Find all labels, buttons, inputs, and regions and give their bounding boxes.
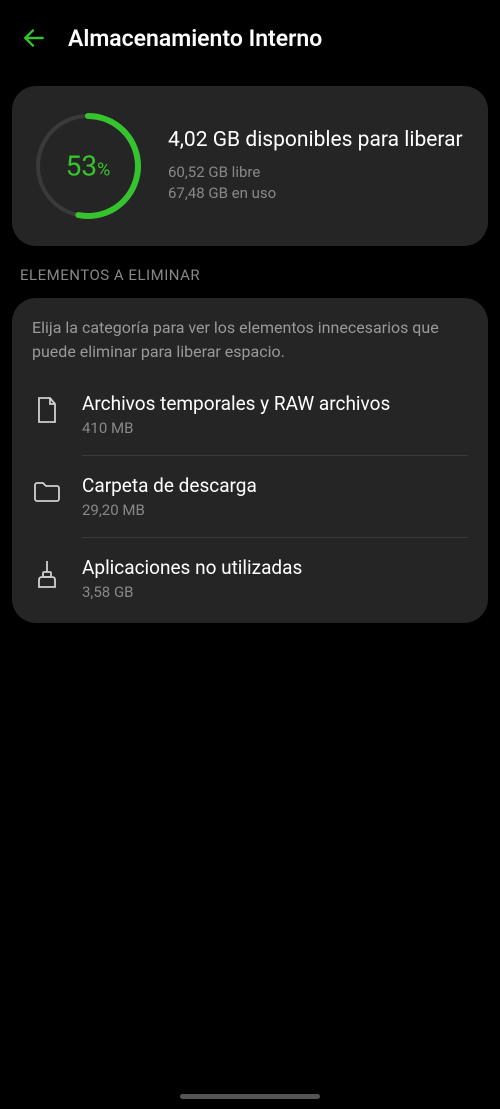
list-item-unused-apps[interactable]: Aplicaciones no utilizadas 3,58 GB bbox=[32, 538, 468, 619]
page-title: Almacenamiento Interno bbox=[68, 25, 322, 52]
cleanup-list-card: Elija la categoría para ver los elemento… bbox=[12, 298, 488, 623]
storage-headline: 4,02 GB disponibles para liberar bbox=[168, 128, 468, 152]
home-indicator[interactable] bbox=[180, 1094, 320, 1099]
item-size: 410 MB bbox=[82, 419, 468, 437]
item-title: Archivos temporales y RAW archivos bbox=[82, 392, 468, 415]
header: Almacenamiento Interno bbox=[0, 0, 500, 76]
folder-icon bbox=[32, 477, 62, 507]
item-title: Carpeta de descarga bbox=[82, 474, 468, 497]
item-size: 3,58 GB bbox=[82, 583, 468, 601]
storage-free: 60,52 GB libre bbox=[168, 162, 468, 183]
broom-icon bbox=[32, 559, 62, 589]
list-item-temp-files[interactable]: Archivos temporales y RAW archivos 410 M… bbox=[32, 374, 468, 456]
storage-used: 67,48 GB en uso bbox=[168, 183, 468, 204]
item-size: 29,20 MB bbox=[82, 501, 468, 519]
item-title: Aplicaciones no utilizadas bbox=[82, 556, 468, 579]
storage-summary-card: 53% 4,02 GB disponibles para liberar 60,… bbox=[12, 86, 488, 246]
back-button[interactable] bbox=[20, 24, 48, 52]
list-item-download-folder[interactable]: Carpeta de descarga 29,20 MB bbox=[32, 456, 468, 538]
section-title: ELEMENTOS A ELIMINAR bbox=[20, 266, 480, 284]
gauge-percent-label: 53% bbox=[66, 150, 111, 183]
file-icon bbox=[32, 395, 62, 425]
usage-gauge: 53% bbox=[32, 110, 144, 222]
section-description: Elija la categoría para ver los elemento… bbox=[32, 316, 468, 364]
